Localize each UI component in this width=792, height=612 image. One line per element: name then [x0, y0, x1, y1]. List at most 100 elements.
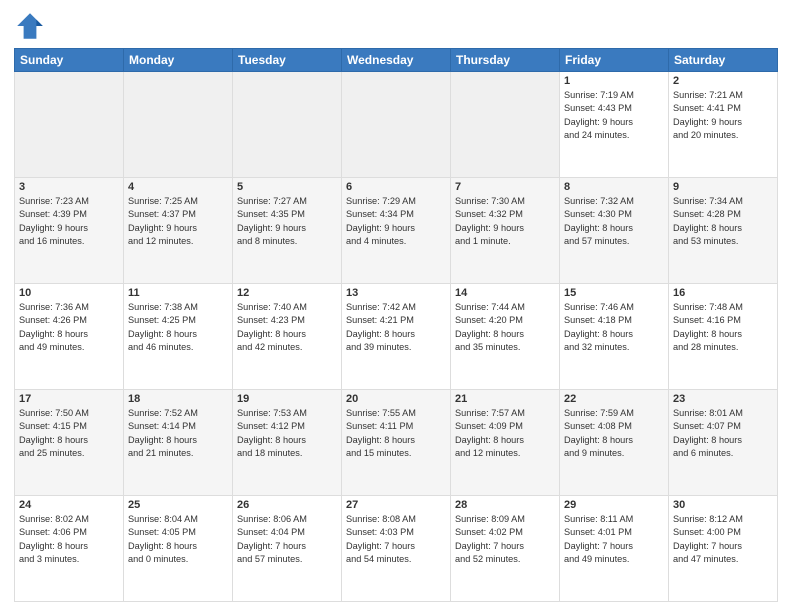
week-row-3: 10 Sunrise: 7:36 AM Sunset: 4:26 PM Dayli… — [15, 284, 778, 390]
calendar-cell: 16 Sunrise: 7:48 AM Sunset: 4:16 PM Dayli… — [669, 284, 778, 390]
day-number: 19 — [237, 393, 337, 405]
day-info: Sunrise: 7:53 AM Sunset: 4:12 PM Dayligh… — [237, 407, 337, 460]
calendar-cell — [451, 72, 560, 178]
calendar-cell: 20Sunrise: 7:55 AM Sunset: 4:11 PM Dayli… — [342, 390, 451, 496]
calendar-cell: 9Sunrise: 7:34 AM Sunset: 4:28 PM Daylig… — [669, 178, 778, 284]
calendar-table: SundayMondayTuesdayWednesdayThursdayFrid… — [14, 48, 778, 602]
day-info: Sunrise: 7:42 AM Sunset: 4:21 PM Dayligh… — [346, 301, 446, 354]
day-info: Sunrise: 8:06 AM Sunset: 4:04 PM Dayligh… — [237, 513, 337, 566]
calendar-cell: 13 Sunrise: 7:42 AM Sunset: 4:21 PM Dayli… — [342, 284, 451, 390]
day-info: Sunrise: 8:12 AM Sunset: 4:00 PM Dayligh… — [673, 513, 773, 566]
calendar-cell — [124, 72, 233, 178]
weekday-header-row: SundayMondayTuesdayWednesdayThursdayFrid… — [15, 49, 778, 72]
day-number: 28 — [455, 499, 555, 511]
calendar-cell: 17 Sunrise: 7:50 AM Sunset: 4:15 PM Dayli… — [15, 390, 124, 496]
calendar-cell: 22 Sunrise: 7:59 AM Sunset: 4:08 PM Dayli… — [560, 390, 669, 496]
logo — [14, 10, 50, 42]
day-info: Sunrise: 7:46 AM Sunset: 4:18 PM Dayligh… — [564, 301, 664, 354]
day-number: 23 — [673, 393, 773, 405]
day-number: 7 — [455, 181, 555, 193]
day-number: 27 — [346, 499, 446, 511]
weekday-header-thursday: Thursday — [451, 49, 560, 72]
weekday-header-saturday: Saturday — [669, 49, 778, 72]
calendar-cell: 7 Sunrise: 7:30 AM Sunset: 4:32 PM Daylig… — [451, 178, 560, 284]
day-number: 4 — [128, 181, 228, 193]
header — [14, 10, 778, 42]
day-number: 6 — [346, 181, 446, 193]
calendar-cell: 29 Sunrise: 8:11 AM Sunset: 4:01 PM Dayli… — [560, 496, 669, 602]
calendar-cell: 5 Sunrise: 7:27 AM Sunset: 4:35 PM Daylig… — [233, 178, 342, 284]
day-info: Sunrise: 8:01 AM Sunset: 4:07 PM Dayligh… — [673, 407, 773, 460]
calendar-cell: 11Sunrise: 7:38 AM Sunset: 4:25 PM Dayli… — [124, 284, 233, 390]
day-info: Sunrise: 7:30 AM Sunset: 4:32 PM Dayligh… — [455, 195, 555, 248]
day-number: 22 — [564, 393, 664, 405]
day-info: Sunrise: 7:44 AM Sunset: 4:20 PM Dayligh… — [455, 301, 555, 354]
day-number: 8 — [564, 181, 664, 193]
day-number: 25 — [128, 499, 228, 511]
calendar-cell: 10 Sunrise: 7:36 AM Sunset: 4:26 PM Dayli… — [15, 284, 124, 390]
calendar-cell: 2 Sunrise: 7:21 AM Sunset: 4:41 PM Daylig… — [669, 72, 778, 178]
page: SundayMondayTuesdayWednesdayThursdayFrid… — [0, 0, 792, 612]
day-number: 17 — [19, 393, 119, 405]
day-number: 18 — [128, 393, 228, 405]
day-number: 1 — [564, 75, 664, 87]
weekday-header-wednesday: Wednesday — [342, 49, 451, 72]
week-row-4: 17 Sunrise: 7:50 AM Sunset: 4:15 PM Dayli… — [15, 390, 778, 496]
calendar-cell: 24 Sunrise: 8:02 AM Sunset: 4:06 PM Dayli… — [15, 496, 124, 602]
day-number: 12 — [237, 287, 337, 299]
day-info: Sunrise: 7:19 AM Sunset: 4:43 PM Dayligh… — [564, 89, 664, 142]
day-info: Sunrise: 7:59 AM Sunset: 4:08 PM Dayligh… — [564, 407, 664, 460]
day-info: Sunrise: 7:32 AM Sunset: 4:30 PM Dayligh… — [564, 195, 664, 248]
day-info: Sunrise: 7:36 AM Sunset: 4:26 PM Dayligh… — [19, 301, 119, 354]
day-number: 11 — [128, 287, 228, 299]
calendar-cell: 27 Sunrise: 8:08 AM Sunset: 4:03 PM Dayli… — [342, 496, 451, 602]
week-row-2: 3Sunrise: 7:23 AM Sunset: 4:39 PM Daylig… — [15, 178, 778, 284]
day-info: Sunrise: 7:57 AM Sunset: 4:09 PM Dayligh… — [455, 407, 555, 460]
day-number: 13 — [346, 287, 446, 299]
calendar-cell: 14 Sunrise: 7:44 AM Sunset: 4:20 PM Dayli… — [451, 284, 560, 390]
day-info: Sunrise: 7:40 AM Sunset: 4:23 PM Dayligh… — [237, 301, 337, 354]
calendar-cell: 23 Sunrise: 8:01 AM Sunset: 4:07 PM Dayli… — [669, 390, 778, 496]
day-info: Sunrise: 7:21 AM Sunset: 4:41 PM Dayligh… — [673, 89, 773, 142]
calendar-cell: 1 Sunrise: 7:19 AM Sunset: 4:43 PM Daylig… — [560, 72, 669, 178]
day-info: Sunrise: 7:23 AM Sunset: 4:39 PM Dayligh… — [19, 195, 119, 248]
weekday-header-friday: Friday — [560, 49, 669, 72]
calendar-cell — [15, 72, 124, 178]
calendar-cell: 3Sunrise: 7:23 AM Sunset: 4:39 PM Daylig… — [15, 178, 124, 284]
calendar-cell — [233, 72, 342, 178]
day-info: Sunrise: 7:25 AM Sunset: 4:37 PM Dayligh… — [128, 195, 228, 248]
day-number: 5 — [237, 181, 337, 193]
weekday-header-tuesday: Tuesday — [233, 49, 342, 72]
day-info: Sunrise: 7:29 AM Sunset: 4:34 PM Dayligh… — [346, 195, 446, 248]
day-info: Sunrise: 8:08 AM Sunset: 4:03 PM Dayligh… — [346, 513, 446, 566]
day-number: 24 — [19, 499, 119, 511]
day-info: Sunrise: 7:27 AM Sunset: 4:35 PM Dayligh… — [237, 195, 337, 248]
calendar-cell: 6 Sunrise: 7:29 AM Sunset: 4:34 PM Daylig… — [342, 178, 451, 284]
calendar-cell: 19 Sunrise: 7:53 AM Sunset: 4:12 PM Dayli… — [233, 390, 342, 496]
day-number: 10 — [19, 287, 119, 299]
day-info: Sunrise: 7:50 AM Sunset: 4:15 PM Dayligh… — [19, 407, 119, 460]
week-row-5: 24 Sunrise: 8:02 AM Sunset: 4:06 PM Dayli… — [15, 496, 778, 602]
calendar-cell: 12 Sunrise: 7:40 AM Sunset: 4:23 PM Dayli… — [233, 284, 342, 390]
day-info: Sunrise: 7:48 AM Sunset: 4:16 PM Dayligh… — [673, 301, 773, 354]
calendar-cell: 4 Sunrise: 7:25 AM Sunset: 4:37 PM Daylig… — [124, 178, 233, 284]
logo-icon — [14, 10, 46, 42]
day-number: 21 — [455, 393, 555, 405]
weekday-header-sunday: Sunday — [15, 49, 124, 72]
day-number: 16 — [673, 287, 773, 299]
calendar-cell: 8 Sunrise: 7:32 AM Sunset: 4:30 PM Daylig… — [560, 178, 669, 284]
day-info: Sunrise: 8:11 AM Sunset: 4:01 PM Dayligh… — [564, 513, 664, 566]
weekday-header-monday: Monday — [124, 49, 233, 72]
day-info: Sunrise: 8:09 AM Sunset: 4:02 PM Dayligh… — [455, 513, 555, 566]
day-number: 14 — [455, 287, 555, 299]
day-number: 29 — [564, 499, 664, 511]
day-number: 2 — [673, 75, 773, 87]
calendar-cell: 28 Sunrise: 8:09 AM Sunset: 4:02 PM Dayli… — [451, 496, 560, 602]
day-number: 9 — [673, 181, 773, 193]
day-info: Sunrise: 7:55 AM Sunset: 4:11 PM Dayligh… — [346, 407, 446, 460]
calendar-cell: 21 Sunrise: 7:57 AM Sunset: 4:09 PM Dayli… — [451, 390, 560, 496]
day-info: Sunrise: 8:04 AM Sunset: 4:05 PM Dayligh… — [128, 513, 228, 566]
calendar-cell: 18Sunrise: 7:52 AM Sunset: 4:14 PM Dayli… — [124, 390, 233, 496]
day-info: Sunrise: 8:02 AM Sunset: 4:06 PM Dayligh… — [19, 513, 119, 566]
day-number: 30 — [673, 499, 773, 511]
